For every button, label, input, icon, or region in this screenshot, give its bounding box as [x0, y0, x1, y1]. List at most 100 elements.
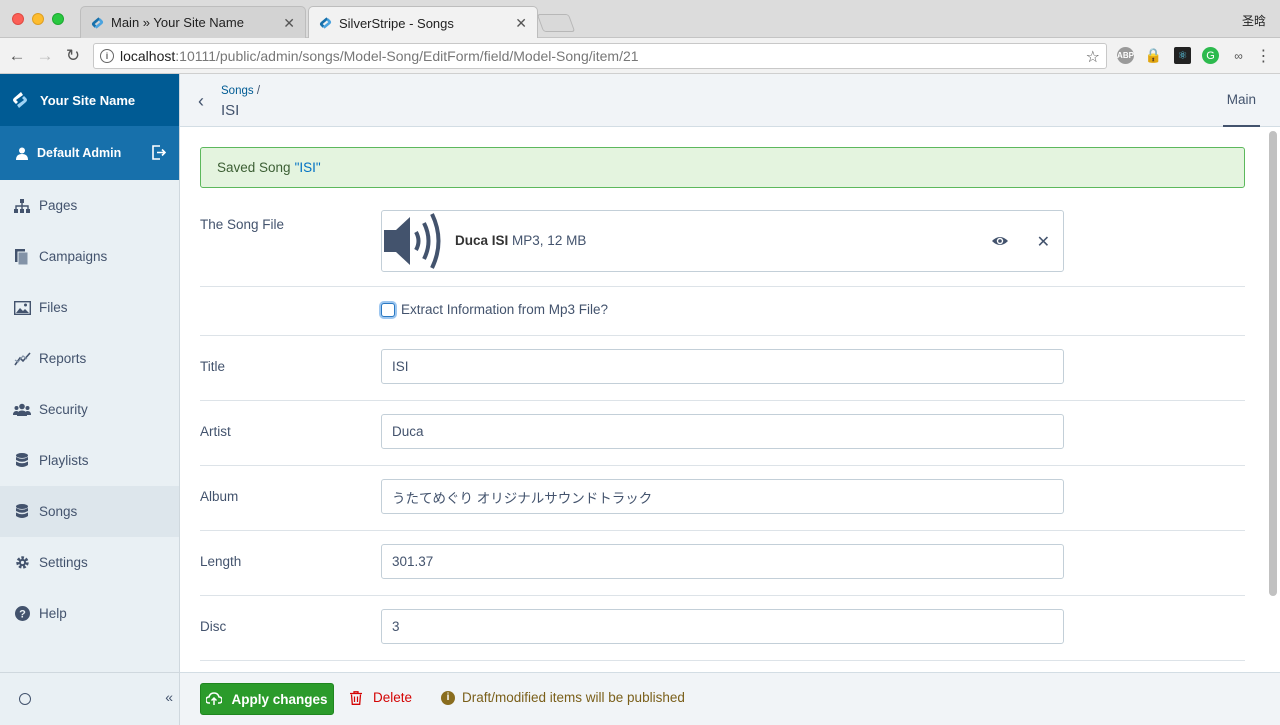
- trash-icon: [350, 690, 362, 705]
- field-label: Artist: [200, 424, 231, 439]
- album-field: Album: [200, 466, 1245, 531]
- browser-tab-main[interactable]: Main » Your Site Name ✕: [80, 6, 306, 38]
- breadcrumb-songs-link[interactable]: Songs: [221, 85, 254, 97]
- field-label: Disc: [200, 619, 227, 634]
- eye-icon[interactable]: [991, 234, 1009, 248]
- reload-icon[interactable]: ↻: [62, 45, 84, 67]
- alert-text: Saved Song: [217, 160, 291, 175]
- sidebar-item-help[interactable]: ? Help: [0, 588, 179, 639]
- site-info-icon[interactable]: i: [100, 49, 114, 63]
- svg-text:?: ?: [19, 609, 26, 621]
- status-ring-icon[interactable]: [19, 693, 31, 705]
- cloud-upload-icon: [206, 692, 223, 705]
- main-panel: ‹ Songs / ISI Main Saved Song "ISI" The …: [180, 74, 1280, 725]
- vertical-scrollbar[interactable]: [1269, 131, 1277, 596]
- disc-input[interactable]: [381, 609, 1064, 644]
- sidebar-item-label: Settings: [39, 555, 88, 570]
- site-name: Your Site Name: [40, 92, 136, 108]
- delete-label: Delete: [373, 690, 413, 705]
- user-bar[interactable]: Default Admin: [0, 126, 179, 180]
- url-host: localhost: [120, 48, 176, 64]
- browser-tab-songs[interactable]: SilverStripe - Songs ✕: [308, 6, 538, 39]
- site-brand[interactable]: Your Site Name: [0, 74, 179, 126]
- file-card[interactable]: Duca ISI MP3, 12 MB ✕: [381, 210, 1064, 272]
- file-title: Duca ISI: [455, 233, 509, 248]
- silverstripe-logo-icon: [13, 92, 27, 108]
- sidebar-item-playlists[interactable]: Playlists: [0, 435, 179, 486]
- extract-checkbox-label[interactable]: Extract Information from Mp3 File?: [381, 302, 608, 317]
- sidebar-item-songs[interactable]: Songs: [0, 486, 179, 537]
- chart-line-icon: [13, 351, 31, 367]
- grammarly-extension-icon[interactable]: G: [1202, 47, 1219, 64]
- sidebar-item-campaigns[interactable]: Campaigns: [0, 231, 179, 282]
- sidebar-item-label: Help: [39, 606, 67, 621]
- sidebar-item-label: Pages: [39, 198, 78, 213]
- file-name: Duca ISI MP3, 12 MB: [455, 233, 586, 248]
- delete-button[interactable]: Delete: [350, 690, 412, 705]
- sidebar-item-settings[interactable]: Settings: [0, 537, 179, 588]
- sidebar-item-pages[interactable]: Pages: [0, 180, 179, 231]
- sidebar-item-reports[interactable]: Reports: [0, 333, 179, 384]
- title-input[interactable]: [381, 349, 1064, 384]
- sidebar-item-label: Campaigns: [39, 249, 108, 264]
- page-title: ISI: [221, 102, 240, 119]
- forward-arrow-icon[interactable]: →: [34, 45, 56, 67]
- logout-icon[interactable]: [151, 145, 166, 160]
- link-extension-icon[interactable]: ∞: [1230, 47, 1247, 64]
- success-alert: Saved Song "ISI": [200, 147, 1245, 188]
- sidebar-item-security[interactable]: Security: [0, 384, 179, 435]
- sidebar-item-files[interactable]: Files: [0, 282, 179, 333]
- album-input[interactable]: [381, 479, 1064, 514]
- artist-input[interactable]: [381, 414, 1064, 449]
- breadcrumb: Songs /: [221, 85, 260, 97]
- maximize-window-button[interactable]: [52, 13, 64, 25]
- browser-menu-icon[interactable]: ⋮: [1255, 47, 1272, 65]
- lock-extension-icon[interactable]: 🔒: [1145, 47, 1162, 64]
- bookmark-star-icon[interactable]: ☆: [1086, 47, 1100, 67]
- close-tab-icon[interactable]: ✕: [283, 15, 295, 32]
- remove-file-icon[interactable]: ✕: [1037, 232, 1050, 252]
- publish-notice: i Draft/modified items will be published: [441, 690, 685, 705]
- back-arrow-icon[interactable]: ←: [6, 45, 28, 67]
- edit-header: ‹ Songs / ISI Main: [180, 74, 1280, 127]
- campaigns-icon: [13, 248, 31, 265]
- react-devtools-icon[interactable]: ⚛: [1174, 47, 1191, 64]
- checkbox-label: Extract Information from Mp3 File?: [401, 302, 609, 317]
- sidebar-item-label: Files: [39, 300, 68, 315]
- browser-profile-chip[interactable]: 圣晗: [1242, 12, 1266, 29]
- database-icon: [13, 504, 31, 520]
- gear-icon: [13, 555, 31, 571]
- address-bar[interactable]: i localhost:10111/public/admin/songs/Mod…: [93, 43, 1107, 69]
- sidebar-item-label: Security: [39, 402, 88, 417]
- artist-field: Artist: [200, 401, 1245, 466]
- song-file-field: The Song File Duca ISI MP3, 12 MB ✕: [200, 200, 1245, 287]
- file-meta: MP3, 12 MB: [512, 233, 587, 248]
- extract-field: Extract Information from Mp3 File?: [200, 287, 1245, 336]
- extract-checkbox[interactable]: [381, 302, 395, 317]
- back-chevron-icon[interactable]: ‹: [198, 91, 204, 112]
- close-tab-icon[interactable]: ✕: [515, 15, 527, 32]
- help-icon: ?: [13, 606, 31, 622]
- silverstripe-favicon-icon: [91, 17, 104, 29]
- sidebar-item-label: Reports: [39, 351, 87, 366]
- collapse-sidebar-button[interactable]: «: [165, 689, 173, 705]
- database-icon: [13, 453, 31, 469]
- browser-tab-title: Main » Your Site Name: [111, 15, 244, 30]
- new-tab-button[interactable]: [536, 14, 576, 32]
- action-bar: Apply changes Delete i Draft/modified it…: [180, 672, 1280, 725]
- image-icon: [13, 300, 31, 316]
- form-scroll-area[interactable]: Saved Song "ISI" The Song File Duca ISI …: [180, 127, 1280, 672]
- apply-changes-button[interactable]: Apply changes: [200, 683, 334, 715]
- breadcrumb-separator: /: [256, 85, 261, 97]
- browser-toolbar: ← → ↻ i localhost:10111/public/admin/son…: [0, 38, 1280, 74]
- sidebar-item-label: Songs: [39, 504, 78, 519]
- adblock-extension-icon[interactable]: ABP: [1117, 47, 1134, 64]
- close-window-button[interactable]: [12, 13, 24, 25]
- tab-main[interactable]: Main: [1222, 74, 1260, 127]
- users-icon: [13, 402, 31, 418]
- alert-record-link[interactable]: "ISI": [295, 160, 321, 175]
- disc-field: Disc: [200, 596, 1245, 661]
- length-input[interactable]: [381, 544, 1064, 579]
- cms-sidebar: Your Site Name Default Admin Pages Campa…: [0, 74, 180, 725]
- minimize-window-button[interactable]: [32, 13, 44, 25]
